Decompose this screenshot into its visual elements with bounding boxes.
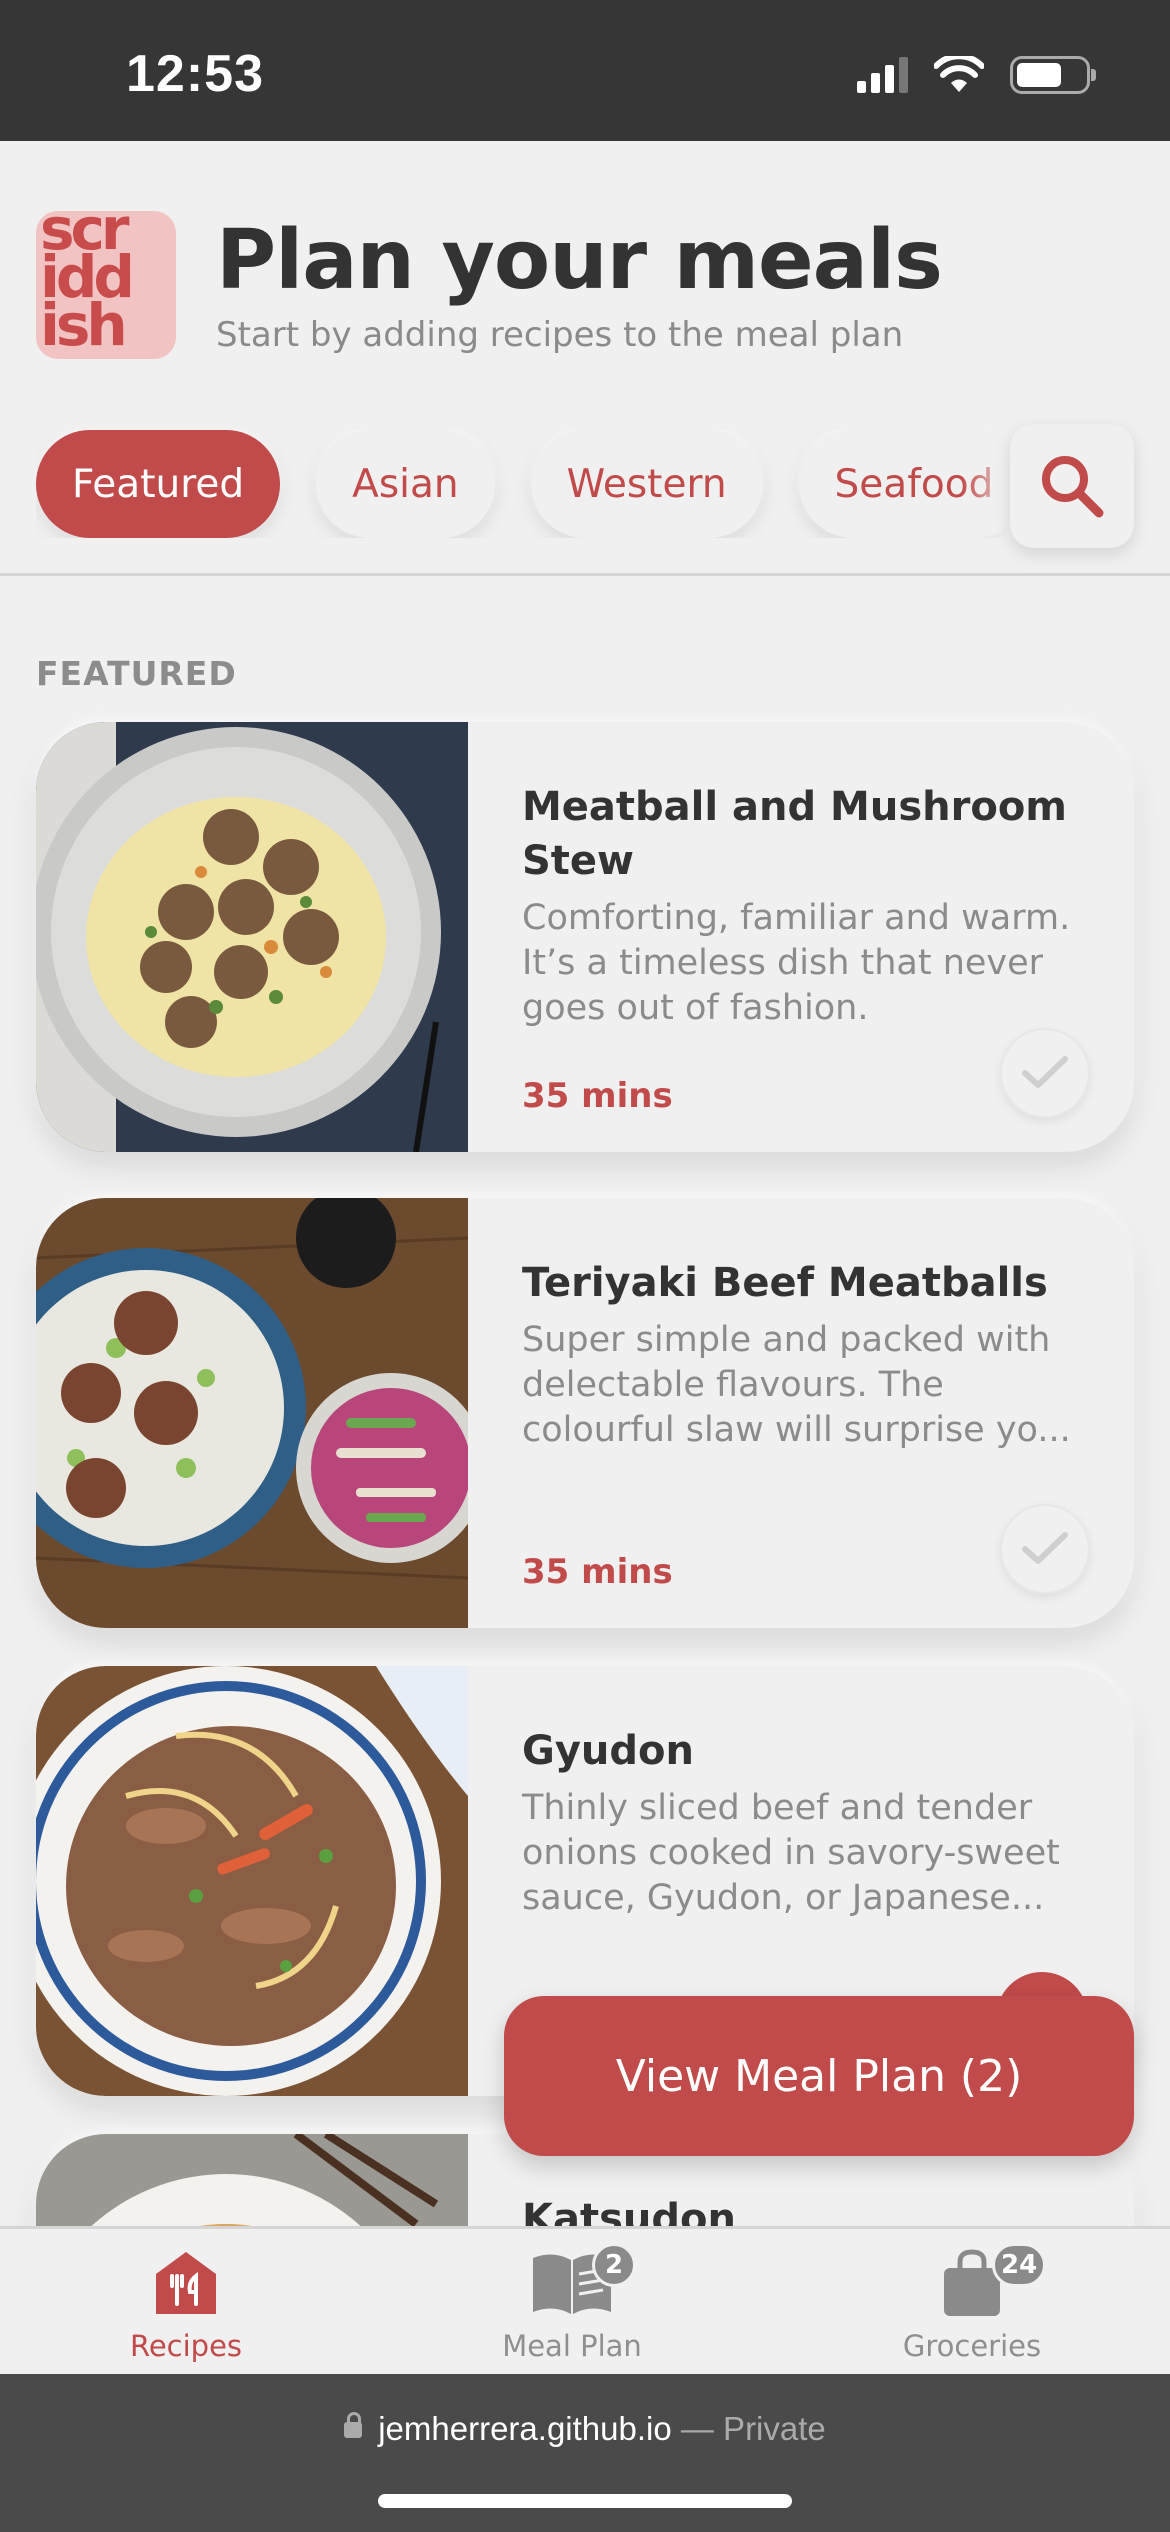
status-time: 12:53 [126, 45, 264, 103]
page-title: Plan your meals [216, 213, 943, 308]
nav-label: Meal Plan [502, 2329, 642, 2363]
check-icon [1022, 1056, 1068, 1088]
page-header: scr idd ish Plan your meals Start by add… [36, 205, 943, 359]
recipe-image-teriyaki-meatballs [36, 1198, 468, 1628]
app-logo: scr idd ish [36, 211, 176, 359]
browser-url: jemherrera.github.io [378, 2410, 672, 2447]
recipe-description: Thinly sliced beef and tender onions coo… [522, 1788, 1060, 1918]
lock-icon [344, 2412, 363, 2438]
browser-private-label: — Private [680, 2410, 826, 2447]
add-to-plan-button[interactable] [1000, 1028, 1090, 1118]
status-bar: 12:53 [0, 0, 1170, 141]
recipes-icon [156, 2252, 216, 2314]
recipe-time: 35 mins [522, 1076, 673, 1116]
nav-label: Groceries [902, 2329, 1042, 2363]
recipe-title: Gyudon [522, 1728, 694, 1774]
status-icons [857, 56, 1096, 94]
recipe-title: Teriyaki Beef Meatballs [522, 1260, 1048, 1306]
nav-item-recipes[interactable]: Recipes [66, 2243, 306, 2363]
browser-address-bar[interactable]: jemherrera.github.io — Private [0, 2374, 1170, 2532]
recipe-image-meatball-stew [36, 722, 468, 1152]
add-to-plan-button[interactable] [1000, 1504, 1090, 1594]
logo-line: ish [40, 291, 128, 359]
recipe-card[interactable]: Teriyaki Beef Meatballs Super simple and… [36, 1198, 1134, 1628]
home-indicator[interactable] [378, 2494, 792, 2508]
recipe-title: Meatball and Mushroom Stew [522, 784, 1067, 884]
recipe-card[interactable]: Meatball and Mushroom Stew Comforting, f… [36, 722, 1134, 1152]
nav-label: Recipes [129, 2329, 243, 2363]
check-icon [1022, 1532, 1068, 1564]
nav-item-groceries[interactable]: 24 Groceries [852, 2243, 1092, 2363]
category-filter-bar: Featured Asian Western Seafood [0, 420, 1170, 576]
meal-plan-badge: 2 [592, 2243, 636, 2287]
section-label: FEATURED [36, 654, 237, 693]
view-meal-plan-button[interactable]: View Meal Plan (2) [504, 1996, 1134, 2156]
recipe-description: Comforting, familiar and warm. It’s a ti… [522, 898, 1071, 1028]
recipe-description: Super simple and packed with delectable … [522, 1320, 1071, 1450]
category-chip-western[interactable]: Western [530, 430, 763, 538]
groceries-badge: 24 [992, 2243, 1047, 2287]
signal-icon [857, 57, 908, 93]
wifi-icon [934, 56, 984, 92]
battery-icon [1010, 56, 1096, 94]
category-chip-asian[interactable]: Asian [316, 430, 495, 538]
bottom-nav: Recipes 2 Meal Plan 24 Groceries [0, 2226, 1170, 2374]
search-button[interactable] [1010, 424, 1134, 548]
page-subtitle: Start by adding recipes to the meal plan [216, 315, 904, 355]
search-icon [1042, 456, 1104, 518]
category-chip-featured[interactable]: Featured [36, 430, 281, 538]
recipe-time: 35 mins [522, 1552, 673, 1592]
recipe-image-gyudon [36, 1666, 468, 2096]
nav-item-meal-plan[interactable]: 2 Meal Plan [452, 2243, 692, 2363]
